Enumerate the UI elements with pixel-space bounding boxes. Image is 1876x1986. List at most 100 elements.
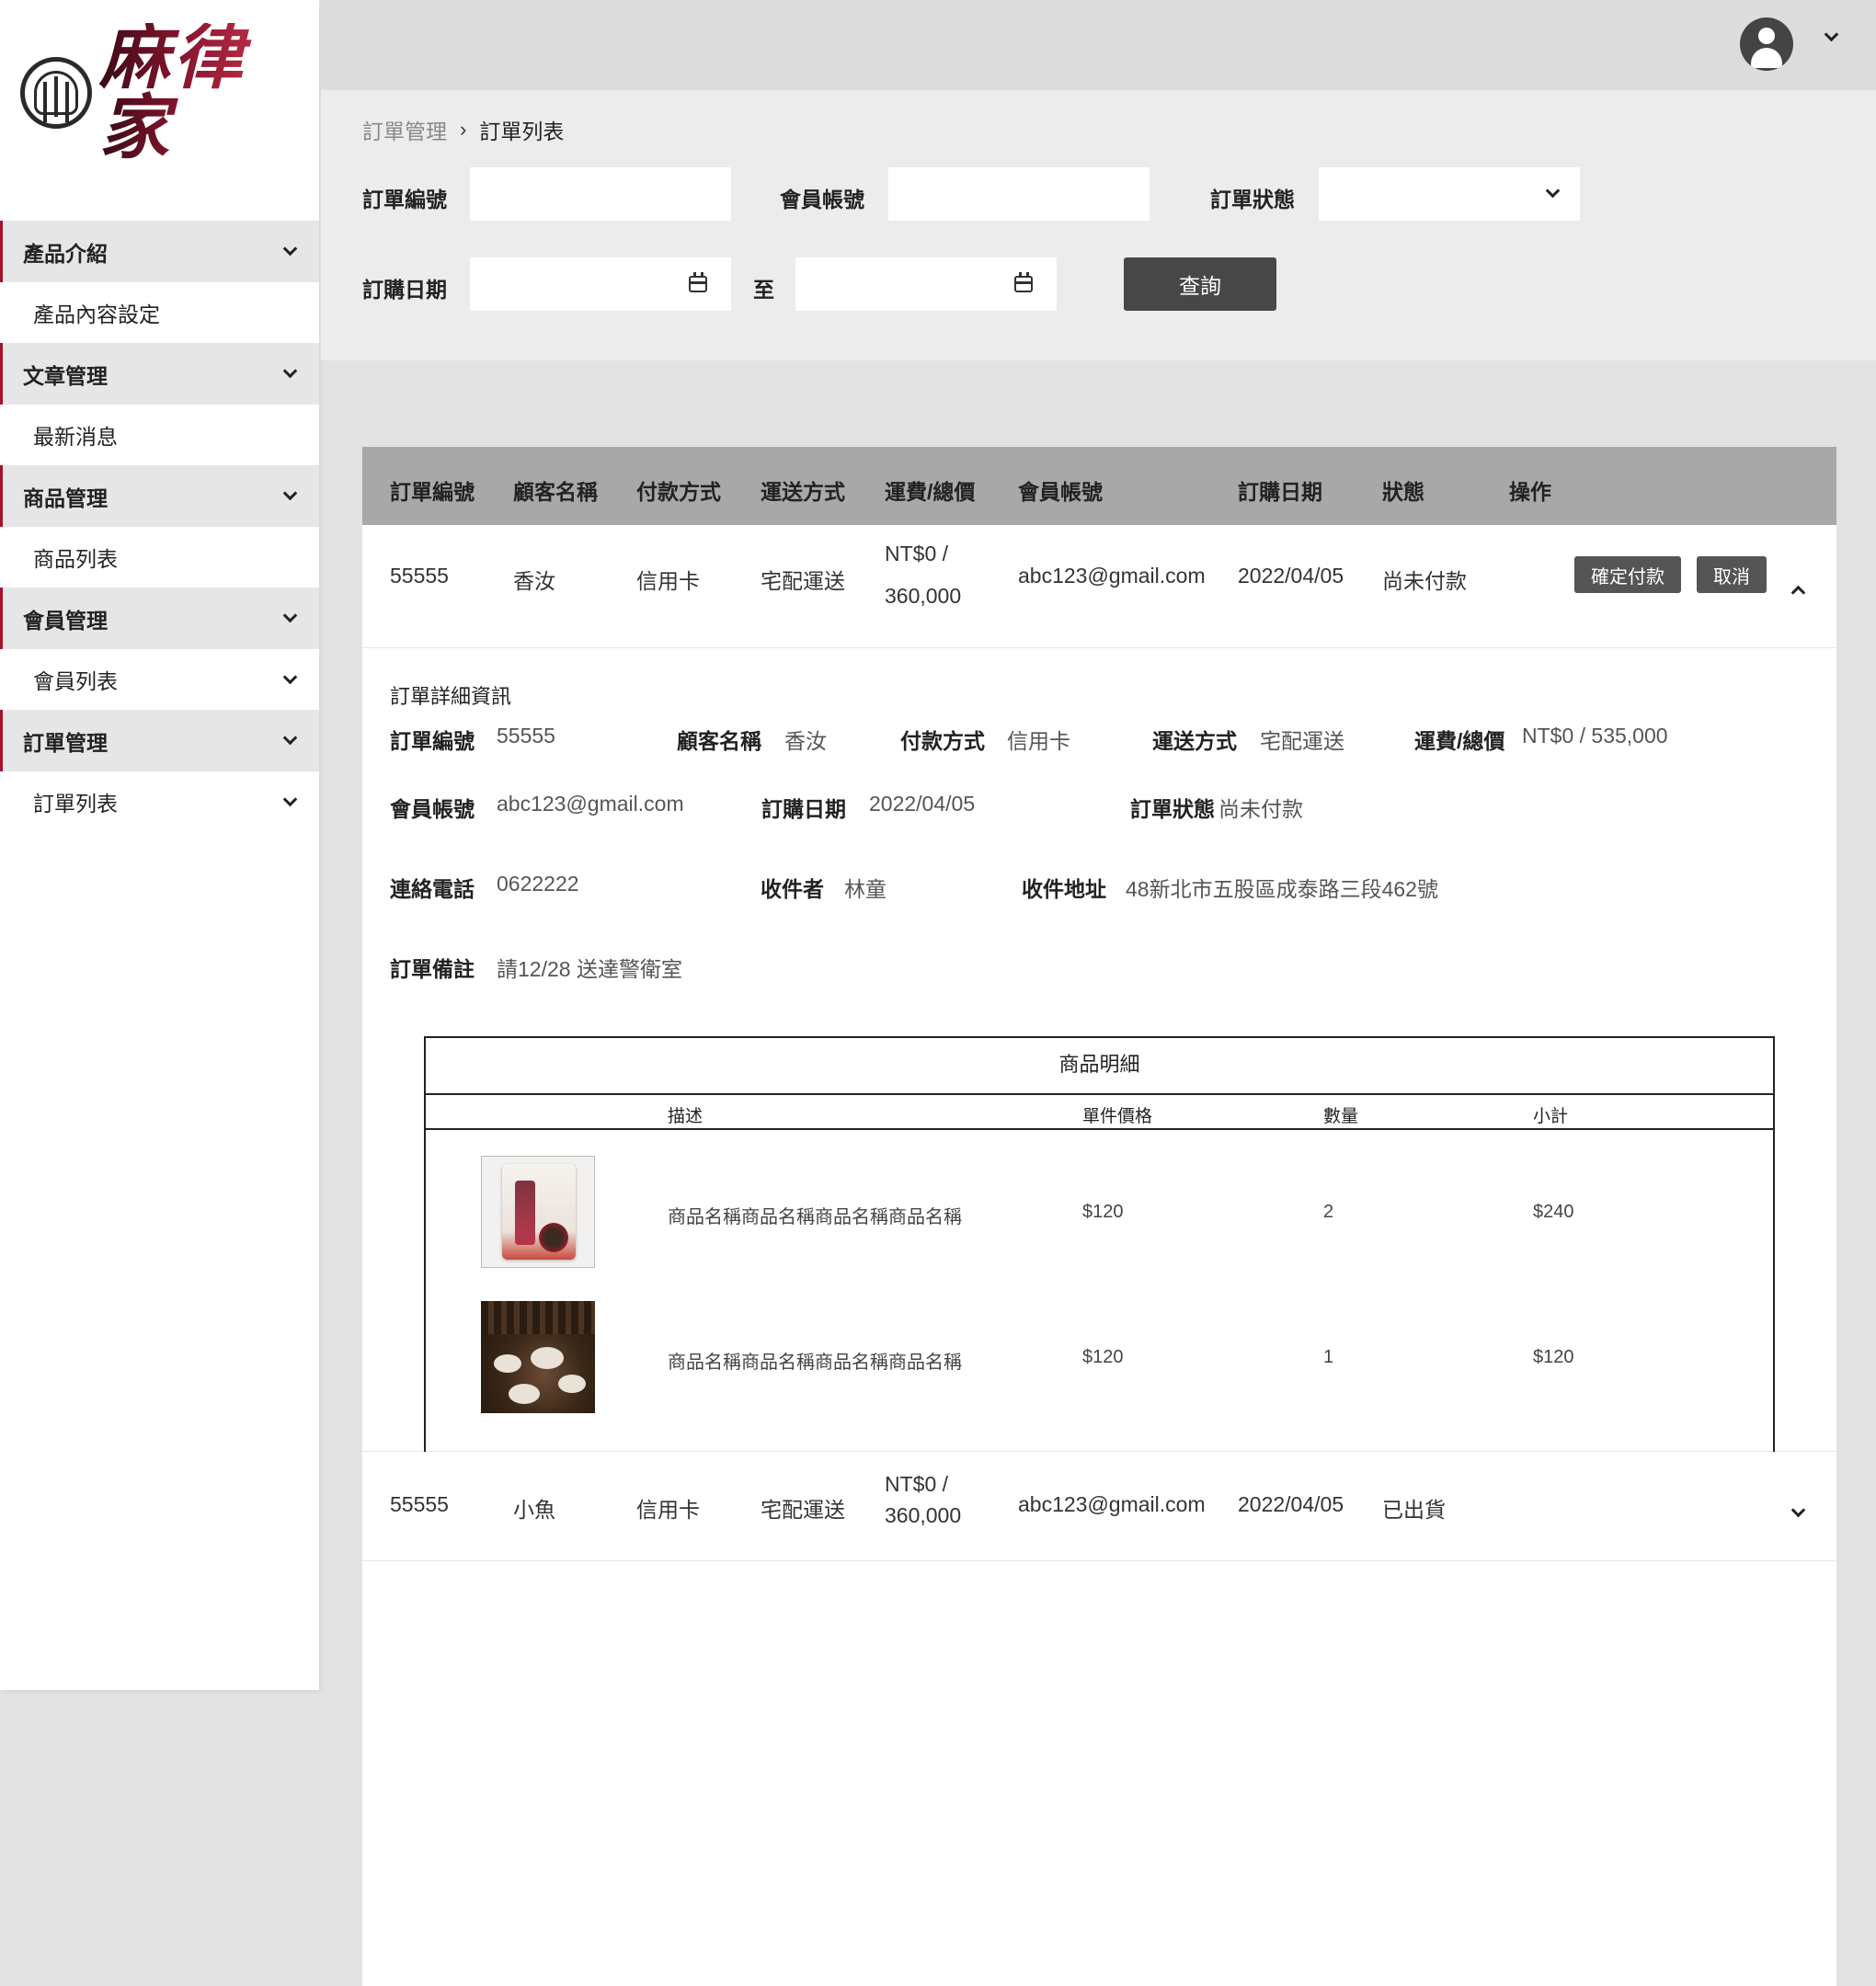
total-cell: 360,000 xyxy=(885,584,962,608)
date-from-input[interactable] xyxy=(470,257,731,311)
sidebar-item-label: 商品列表 xyxy=(33,547,118,571)
sidebar-item-goods-list[interactable]: 商品列表 xyxy=(0,527,319,588)
detail-order-no-label: 訂單編號 xyxy=(390,729,475,753)
member-account-label: 會員帳號 xyxy=(780,188,864,211)
goods-detail-table: 商品明細 描述 單件價格 數量 小計 商品名稱商品名稱商品名稱商品名稱 $120… xyxy=(424,1036,1775,1467)
sidebar-group-articles[interactable]: 文章管理 xyxy=(0,343,319,405)
order-no-label: 訂單編號 xyxy=(362,188,447,211)
fee-cell: NT$0 / xyxy=(885,1472,949,1496)
logo-seal-icon xyxy=(20,57,92,129)
column-header: 訂單編號 xyxy=(390,480,475,504)
collapse-row-toggle[interactable] xyxy=(1788,573,1809,609)
goods-price: $120 xyxy=(1082,1202,1124,1222)
detail-note-label: 訂單備註 xyxy=(390,957,475,981)
sidebar-item-news[interactable]: 最新消息 xyxy=(0,405,319,465)
sidebar-menu: 產品介紹 產品內容設定 文章管理 最新消息 商品管理 商品列表 會員管理 會員列… xyxy=(0,221,319,832)
column-header: 操作 xyxy=(1509,480,1551,504)
breadcrumb-parent[interactable]: 訂單管理 xyxy=(362,114,447,145)
calendar-icon[interactable] xyxy=(689,272,707,292)
breadcrumb-separator: › xyxy=(460,118,467,141)
sidebar-group-label: 會員管理 xyxy=(23,608,108,633)
user-avatar-icon[interactable] xyxy=(1740,17,1793,71)
member-cell: abc123@gmail.com xyxy=(1018,564,1206,588)
member-account-input[interactable] xyxy=(888,167,1150,221)
sidebar-group-label: 文章管理 xyxy=(23,363,108,388)
sidebar-item-label: 會員列表 xyxy=(33,669,118,693)
goods-qty: 2 xyxy=(1323,1202,1334,1222)
product-image xyxy=(481,1301,595,1413)
top-bar xyxy=(321,0,1876,90)
order-detail-panel: 訂單詳細資訊 訂單編號 55555 顧客名稱 香汝 付款方式 信用卡 運送方式 … xyxy=(362,648,1836,1467)
goods-column-header: 數量 xyxy=(1323,1107,1359,1126)
table-row[interactable]: 55555 小魚 信用卡 宅配運送 NT$0 / 360,000 abc123@… xyxy=(362,1452,1836,1561)
total-cell: 360,000 xyxy=(885,1503,962,1527)
detail-phone-label: 連絡電話 xyxy=(390,877,475,901)
payment-cell: 信用卡 xyxy=(636,1498,700,1522)
detail-address: 48新北市五股區成泰路三段462號 xyxy=(1126,877,1438,901)
goods-subtotal: $120 xyxy=(1533,1347,1574,1367)
chevron-down-icon[interactable] xyxy=(1824,27,1839,42)
detail-order-no: 55555 xyxy=(497,724,555,748)
product-image xyxy=(481,1156,595,1268)
detail-fee-label: 運費/總價 xyxy=(1414,729,1505,753)
chevron-down-icon xyxy=(1545,183,1561,199)
chevron-down-icon xyxy=(282,241,298,257)
detail-note: 請12/28 送達警衛室 xyxy=(497,957,682,981)
sidebar-group-product-intro[interactable]: 產品介紹 xyxy=(0,221,319,282)
logo-text: 麻律家 xyxy=(99,23,296,163)
query-button[interactable]: 查詢 xyxy=(1124,257,1276,311)
detail-date: 2022/04/05 xyxy=(869,792,976,816)
column-header: 顧客名稱 xyxy=(513,480,598,504)
detail-status: 尚未付款 xyxy=(1218,797,1303,821)
order-no-cell: 55555 xyxy=(390,1492,449,1516)
detail-customer-label: 顧客名稱 xyxy=(677,729,761,753)
goods-qty: 1 xyxy=(1323,1347,1334,1367)
chevron-down-icon xyxy=(282,485,298,501)
sidebar-item-label: 產品內容設定 xyxy=(33,302,160,326)
chevron-down-icon xyxy=(282,608,298,623)
sidebar-group-goods[interactable]: 商品管理 xyxy=(0,465,319,527)
column-header: 付款方式 xyxy=(636,480,721,504)
sidebar-group-label: 商品管理 xyxy=(23,485,108,510)
chevron-down-icon xyxy=(282,363,298,379)
cancel-button[interactable]: 取消 xyxy=(1697,556,1767,593)
sidebar-item-order-list[interactable]: 訂單列表 xyxy=(0,771,319,832)
goods-header: 描述 單件價格 數量 小計 xyxy=(426,1095,1773,1130)
chevron-down-icon xyxy=(282,730,298,746)
goods-detail-title: 商品明細 xyxy=(426,1038,1773,1095)
brand-logo[interactable]: 麻律家 xyxy=(20,23,296,163)
sidebar: 麻律家 產品介紹 產品內容設定 文章管理 最新消息 商品管理 商品列表 會員管理… xyxy=(0,0,319,1690)
chevron-down-icon xyxy=(282,669,298,684)
sidebar-item-member-list[interactable]: 會員列表 xyxy=(0,649,319,710)
goods-subtotal: $240 xyxy=(1533,1202,1574,1222)
detail-payment-label: 付款方式 xyxy=(900,729,985,753)
table-row[interactable]: 55555 香汝 信用卡 宅配運送 NT$0 / 360,000 abc123@… xyxy=(362,525,1836,648)
order-no-input[interactable] xyxy=(470,167,731,221)
sidebar-group-orders[interactable]: 訂單管理 xyxy=(0,710,319,771)
goods-column-header: 描述 xyxy=(668,1107,704,1126)
confirm-payment-button[interactable]: 確定付款 xyxy=(1574,556,1681,593)
breadcrumb-current: 訂單列表 xyxy=(479,120,565,143)
goods-row: 商品名稱商品名稱商品名稱商品名稱 $120 2 $240 xyxy=(426,1130,1773,1275)
column-header: 運費/總價 xyxy=(885,480,976,504)
table-header: 訂單編號 顧客名稱 付款方式 運送方式 運費/總價 會員帳號 訂購日期 狀態 操… xyxy=(362,447,1836,525)
calendar-icon[interactable] xyxy=(1014,272,1033,292)
sidebar-item-product-content[interactable]: 產品內容設定 xyxy=(0,282,319,343)
detail-member-label: 會員帳號 xyxy=(390,797,475,821)
detail-status-label: 訂單狀態 xyxy=(1130,797,1215,821)
detail-phone: 0622222 xyxy=(497,872,579,896)
sidebar-item-label: 最新消息 xyxy=(33,425,118,449)
date-to-input[interactable] xyxy=(795,257,1057,311)
column-header: 會員帳號 xyxy=(1018,480,1103,504)
expand-row-toggle[interactable] xyxy=(1788,1490,1809,1526)
customer-cell: 香汝 xyxy=(513,569,555,593)
sidebar-group-label: 訂單管理 xyxy=(23,730,108,755)
order-table: 訂單編號 顧客名稱 付款方式 運送方式 運費/總價 會員帳號 訂購日期 狀態 操… xyxy=(362,447,1836,1986)
date-cell: 2022/04/05 xyxy=(1238,1492,1344,1516)
sidebar-group-members[interactable]: 會員管理 xyxy=(0,588,319,649)
chevron-down-icon xyxy=(1790,1502,1806,1518)
detail-customer: 香汝 xyxy=(784,729,827,753)
detail-payment: 信用卡 xyxy=(1007,729,1070,753)
column-header: 運送方式 xyxy=(761,480,845,504)
order-status-select[interactable] xyxy=(1319,167,1580,221)
